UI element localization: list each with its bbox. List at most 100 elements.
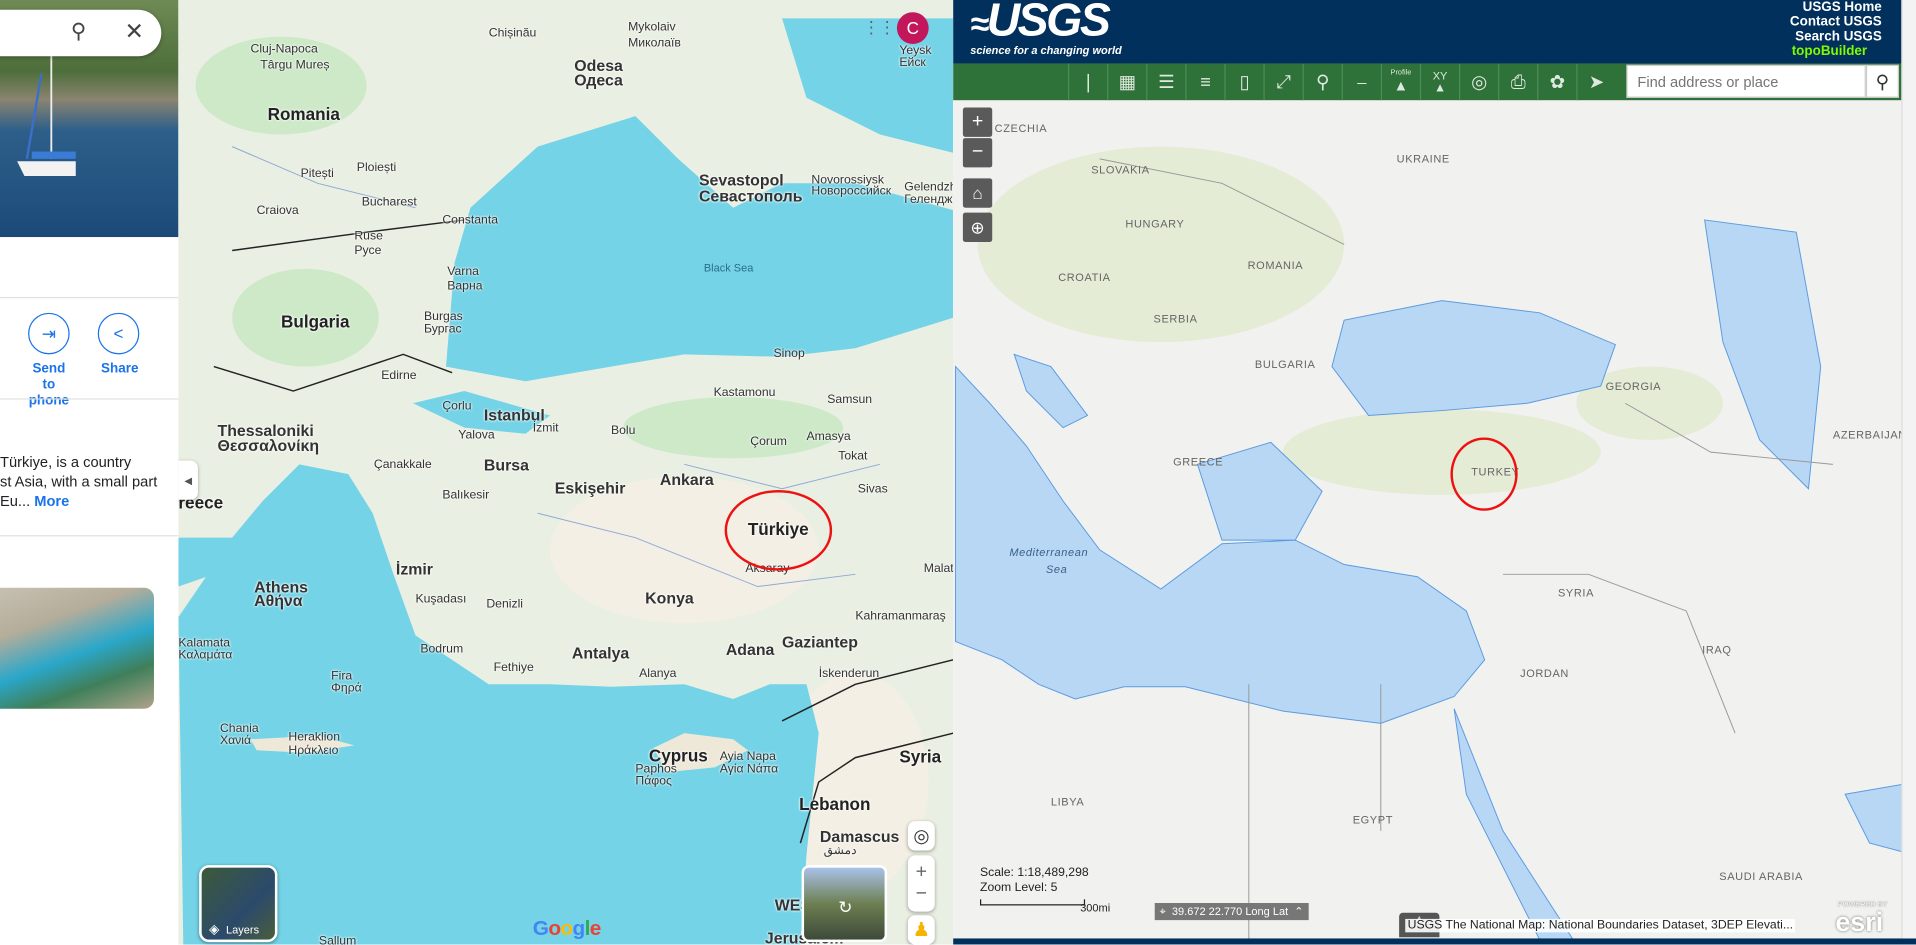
map-label[interactable]: Gaziantep — [782, 634, 858, 650]
map-label[interactable]: Istanbul — [484, 407, 545, 423]
map-label[interactable]: Mykolaiv — [628, 21, 676, 34]
contact-usgs-link[interactable]: Contact USGS — [1790, 15, 1882, 30]
map-label[interactable]: Black Sea — [704, 261, 754, 274]
search-icon[interactable]: ⚲ — [1865, 64, 1899, 98]
map-label[interactable]: Eskişehir — [555, 480, 626, 496]
map-label[interactable]: Sivas — [858, 483, 888, 496]
palette-icon[interactable]: ✿ — [1537, 63, 1576, 101]
map-label[interactable]: Târgu Mureș — [260, 59, 329, 72]
share-arrows-icon[interactable]: ⤢ — [1263, 63, 1302, 101]
map-label[interactable]: Русе — [354, 244, 381, 257]
usgs-map-canvas[interactable] — [953, 0, 1916, 945]
usgs-home-link[interactable]: USGS Home — [1803, 0, 1882, 15]
map-label[interactable]: Samsun — [827, 393, 872, 406]
map-label[interactable]: Pitești — [301, 167, 334, 180]
close-icon[interactable]: ✕ — [125, 18, 144, 46]
more-link[interactable]: More — [34, 492, 69, 509]
map-label[interactable]: Ploiești — [357, 161, 396, 174]
map-label[interactable]: Bodrum — [420, 643, 463, 656]
collapse-panel-button[interactable]: ◀ — [178, 460, 198, 500]
map-label[interactable]: Syria — [899, 748, 941, 765]
account-avatar[interactable]: C — [896, 12, 929, 44]
search-box[interactable]: ⚲ ✕ — [0, 9, 162, 57]
address-search-input[interactable] — [1626, 64, 1866, 98]
map-label[interactable]: Çorum — [750, 435, 787, 448]
map-label[interactable]: Alanya — [639, 667, 676, 680]
map-label[interactable]: Αθήνα — [254, 593, 302, 609]
map-label[interactable]: Ankara — [660, 472, 714, 488]
usgs-logo[interactable]: ≈USGS — [970, 0, 1111, 48]
map-label[interactable]: Kuşadası — [415, 593, 466, 606]
map-label[interactable]: Çorlu — [442, 400, 471, 413]
map-label[interactable]: Çanakkale — [374, 458, 432, 471]
pointer-map-icon[interactable]: ➤ — [1576, 63, 1615, 101]
zoom-in-button[interactable]: + — [962, 107, 993, 137]
map-label[interactable]: Bucharest — [362, 196, 417, 209]
map-label[interactable]: Одеса — [574, 72, 623, 88]
map-label[interactable]: Бургас — [424, 323, 462, 336]
zoom-out-button[interactable]: − — [962, 138, 993, 168]
map-label[interactable]: Kahramanmaraş — [855, 610, 945, 623]
search-icon[interactable]: ⚲ — [71, 20, 86, 44]
map-label[interactable]: Χανιά — [220, 734, 251, 747]
map-label[interactable]: Новороссийск — [811, 185, 891, 198]
map-label[interactable]: Edirne — [381, 369, 416, 382]
map-label[interactable]: Bolu — [611, 424, 635, 437]
map-label[interactable]: Bursa — [484, 457, 529, 473]
map-label[interactable]: Φηρά — [331, 682, 362, 695]
pegman-icon[interactable]: ♟ — [907, 915, 935, 945]
map-label[interactable]: Damascus — [820, 828, 899, 844]
map-label[interactable]: Καλαμάτα — [178, 649, 232, 662]
map-label[interactable]: Геленджик — [904, 193, 953, 206]
scrollbar[interactable] — [1901, 0, 1916, 939]
zoom-in-button[interactable]: + — [916, 861, 927, 883]
map-label[interactable]: Tokat — [838, 450, 867, 463]
basemap-grid-icon[interactable]: ▦ — [1107, 63, 1146, 101]
topobuilder-link[interactable]: topoBuilder — [1792, 44, 1867, 59]
map-label[interactable]: Sallum — [319, 935, 356, 945]
map-label[interactable]: Миколаїв — [628, 37, 681, 50]
map-label[interactable]: Fethiye — [494, 661, 534, 674]
map-label[interactable]: Πάφος — [635, 775, 672, 788]
map-label[interactable]: دمشق — [824, 844, 857, 857]
profile-icon[interactable]: Profile ▲ — [1380, 63, 1420, 101]
map-label[interactable]: Cyprus — [649, 747, 708, 764]
map-label[interactable]: Denizli — [486, 598, 523, 611]
print-icon[interactable]: ⎙ — [1498, 63, 1537, 101]
map-label[interactable]: Sevastopol — [699, 172, 784, 188]
map-label[interactable]: Cluj-Napoca — [250, 43, 317, 56]
street-view-thumbnail[interactable]: ↻ — [801, 865, 888, 943]
map-label[interactable]: Varna — [447, 265, 479, 278]
map-label[interactable]: Севастополь — [699, 188, 803, 204]
map-label[interactable]: Kastamonu — [714, 386, 776, 399]
alert-icon[interactable]: ❘ — [1067, 63, 1107, 101]
search-usgs-link[interactable]: Search USGS — [1795, 29, 1882, 44]
identify-search-icon[interactable]: ⚲ — [1302, 63, 1342, 101]
resort-photo[interactable] — [0, 587, 154, 709]
map-label[interactable]: Heraklion — [288, 731, 340, 744]
map-label[interactable]: Ηράκλειο — [288, 744, 338, 757]
layers-button[interactable]: ◈ Layers — [199, 865, 278, 943]
chevron-up-icon[interactable]: ⌃ — [1294, 905, 1303, 918]
map-label[interactable]: Sinop — [773, 347, 804, 360]
bookmark-add-icon[interactable]: ▯ — [1224, 63, 1263, 101]
map-label[interactable]: Konya — [645, 590, 694, 606]
map-label[interactable]: Ruse — [354, 230, 383, 243]
map-label[interactable]: İzmir — [396, 561, 433, 577]
map-label[interactable]: Constanta — [442, 214, 498, 227]
ruler-icon[interactable]: ⎯ — [1341, 63, 1381, 101]
map-label[interactable]: Θεσσαλονίκη — [218, 437, 320, 453]
google-map[interactable]: Cluj-Napoca Târgu Mureș Chișinău Mykolaiv Ми… — [178, 0, 954, 945]
map-label[interactable]: İzmit — [533, 422, 559, 435]
zoom-out-button[interactable]: − — [916, 883, 927, 905]
map-label[interactable]: Ейск — [899, 56, 925, 69]
xy-icon[interactable]: XY ▲ — [1419, 63, 1459, 101]
map-label[interactable]: Craiova — [257, 204, 299, 217]
map-label[interactable]: Αγία Νάπα — [720, 762, 778, 775]
map-label[interactable]: Варна — [447, 280, 482, 293]
map-label[interactable]: Balıkesir — [442, 489, 489, 502]
map-label[interactable]: Lebanon — [799, 795, 870, 812]
layers-icon[interactable]: ☰ — [1146, 63, 1185, 101]
map-label[interactable]: Chișinău — [489, 27, 537, 40]
my-location-button[interactable]: ◎ — [907, 821, 935, 851]
